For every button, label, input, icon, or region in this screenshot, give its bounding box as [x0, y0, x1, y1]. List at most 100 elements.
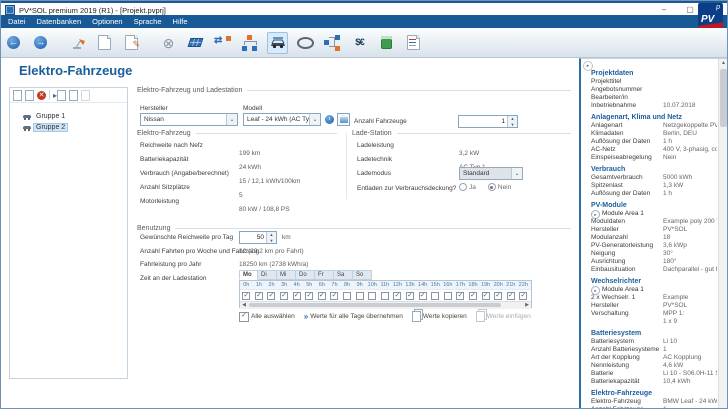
- radio-nein[interactable]: Nein: [488, 183, 511, 191]
- hersteller-dropdown[interactable]: Nissan ⌄: [140, 113, 238, 126]
- tab-day-di[interactable]: Di: [258, 270, 277, 280]
- summary-row: Modulanzahl18: [591, 234, 717, 242]
- row-label: Reichweite nach Nefz: [140, 142, 239, 149]
- hour-checkbox-3h[interactable]: ✓: [280, 292, 288, 300]
- edit-project-icon[interactable]: ✎: [122, 33, 141, 53]
- scrollbar-thumb[interactable]: [720, 69, 727, 127]
- summary-scrollbar[interactable]: ▲: [718, 59, 728, 409]
- report-icon[interactable]: [404, 33, 423, 53]
- spinner-arrows-icon[interactable]: ▲▼: [266, 232, 276, 243]
- hour-checkbox-11h[interactable]: [381, 292, 389, 300]
- hour-checkbox-22h[interactable]: ✓: [519, 292, 527, 300]
- paste-icon[interactable]: [81, 90, 90, 101]
- hour-checkbox-9h[interactable]: [356, 292, 364, 300]
- hour-checkbox-1h[interactable]: ✓: [255, 292, 263, 300]
- action-button-1[interactable]: »Werte für alle Tage übernehmen: [304, 312, 403, 321]
- spinner-arrows-icon[interactable]: ▲▼: [507, 116, 517, 127]
- hour-checkbox-7h[interactable]: ✓: [330, 292, 338, 300]
- hour-checkbox-16h[interactable]: [444, 292, 452, 300]
- summary-label: Spitzenlast: [591, 182, 623, 189]
- cabling-icon[interactable]: [296, 33, 315, 53]
- circuit-icon[interactable]: [323, 33, 342, 53]
- hour-checkbox-10h[interactable]: [368, 292, 376, 300]
- delete-group-icon[interactable]: ✕: [37, 91, 46, 100]
- scroll-left-icon[interactable]: ◀: [240, 302, 248, 308]
- hour-checkbox-4h[interactable]: ✓: [293, 292, 301, 300]
- hour-label: 15h: [429, 281, 442, 289]
- tab-day-mi[interactable]: Mi: [277, 270, 296, 280]
- hour-checkbox-6h[interactable]: ✓: [318, 292, 326, 300]
- new-project-icon[interactable]: [95, 33, 114, 53]
- hour-checkbox-17h[interactable]: ✓: [456, 292, 464, 300]
- scroll-up-icon[interactable]: ▲: [719, 59, 728, 68]
- radio-ja[interactable]: Ja: [459, 183, 476, 191]
- project-assistant-icon[interactable]: [68, 33, 87, 53]
- scrollbar-thumb[interactable]: [249, 303, 501, 307]
- action-button-0[interactable]: ✓Alle auswählen: [239, 312, 295, 322]
- photo-icon[interactable]: [337, 113, 350, 126]
- reichweite-stepper[interactable]: 50 ▲▼: [239, 231, 277, 244]
- new-group-icon[interactable]: [13, 90, 22, 101]
- action-button-2[interactable]: Werte kopieren: [412, 311, 467, 322]
- summary-value: Netzgekoppelte PV-Anlage mit ...: [663, 122, 717, 130]
- hour-grid-scrollbar[interactable]: ◀ ▶: [240, 301, 531, 309]
- hour-label: 17h: [454, 281, 467, 289]
- row-value: 80 kW / 108,8 PS: [239, 206, 290, 213]
- summary-value: 10.07.2018: [663, 102, 717, 110]
- summary-label: Module Area 1: [602, 210, 644, 217]
- tab-day-so[interactable]: So: [353, 270, 372, 280]
- lademodus-dropdown[interactable]: Standard ⌄: [459, 167, 523, 180]
- calculator-icon[interactable]: [377, 33, 396, 53]
- hour-checkbox-12h[interactable]: ✓: [393, 292, 401, 300]
- tab-day-fr[interactable]: Fr: [315, 270, 334, 280]
- menu-item-sprache[interactable]: Sprache: [134, 17, 162, 26]
- anzahl-fahrzeuge-stepper[interactable]: 1 ▲▼: [458, 115, 518, 128]
- action-button-3: Werte einfügen: [476, 311, 531, 322]
- row-label: Ladetechnik: [357, 156, 459, 163]
- tree-item-gruppe-1[interactable]: Gruppe 1: [10, 111, 127, 122]
- modell-dropdown[interactable]: Leaf - 24 kWh (AC Typ 1 @ 3,2 ⌄: [243, 113, 321, 126]
- hour-checkbox-13h[interactable]: ✓: [406, 292, 414, 300]
- forward-icon[interactable]: →: [31, 33, 50, 53]
- menu-item-datenbanken[interactable]: Datenbanken: [37, 17, 82, 26]
- hour-checkbox-19h[interactable]: ✓: [482, 292, 490, 300]
- form-row: Ladeleistung3,2 kW: [357, 142, 571, 156]
- summary-label: Ausrichtung: [591, 258, 625, 265]
- hour-checkbox-2h[interactable]: ✓: [267, 292, 275, 300]
- summary-label: Projekttitel: [591, 78, 621, 85]
- summary-value: Example poly 200 W: [663, 218, 717, 226]
- hour-checkbox-5h[interactable]: ✓: [305, 292, 313, 300]
- scroll-right-icon[interactable]: ▶: [523, 302, 531, 308]
- pv-modules-icon[interactable]: [186, 33, 205, 53]
- copy-group-icon[interactable]: [25, 90, 34, 101]
- summary-value: BMW Leaf - 24 kWh: [663, 398, 717, 406]
- electric-vehicles-icon[interactable]: [267, 32, 288, 54]
- menu-item-datei[interactable]: Datei: [8, 17, 26, 26]
- consumers-icon[interactable]: [240, 33, 259, 53]
- form-row: Reichweite nach Nefz199 km: [140, 142, 350, 156]
- radio-button-icon[interactable]: [459, 183, 467, 191]
- financial-analysis-icon[interactable]: $€: [350, 33, 369, 53]
- hour-checkbox-20h[interactable]: ✓: [494, 292, 502, 300]
- hour-label: 22h: [517, 281, 530, 289]
- menu-item-hilfe[interactable]: Hilfe: [173, 17, 188, 26]
- copy-icon[interactable]: [69, 90, 78, 101]
- tab-day-do[interactable]: Do: [296, 270, 315, 280]
- system-diagram-icon[interactable]: ⇄: [213, 33, 232, 53]
- hour-checkbox-21h[interactable]: ✓: [507, 292, 515, 300]
- back-icon[interactable]: ←: [4, 33, 23, 53]
- tab-day-mo[interactable]: Mo: [239, 270, 258, 280]
- hour-checkbox-18h[interactable]: ✓: [469, 292, 477, 300]
- shading-icon[interactable]: ⊗: [159, 33, 178, 53]
- tab-day-sa[interactable]: Sa: [334, 270, 353, 280]
- info-icon[interactable]: i: [325, 115, 334, 124]
- hour-checkbox-14h[interactable]: ✓: [419, 292, 427, 300]
- radio-button-icon[interactable]: [488, 183, 496, 191]
- pv-sol-logo: p PV: [698, 3, 723, 28]
- tree-item-gruppe-2[interactable]: Gruppe 2: [10, 122, 127, 133]
- menu-item-optionen[interactable]: Optionen: [92, 17, 122, 26]
- apply-icon[interactable]: ▸: [53, 90, 66, 101]
- hour-checkbox-8h[interactable]: [343, 292, 351, 300]
- hour-checkbox-0h[interactable]: ✓: [242, 292, 250, 300]
- hour-checkbox-15h[interactable]: [431, 292, 439, 300]
